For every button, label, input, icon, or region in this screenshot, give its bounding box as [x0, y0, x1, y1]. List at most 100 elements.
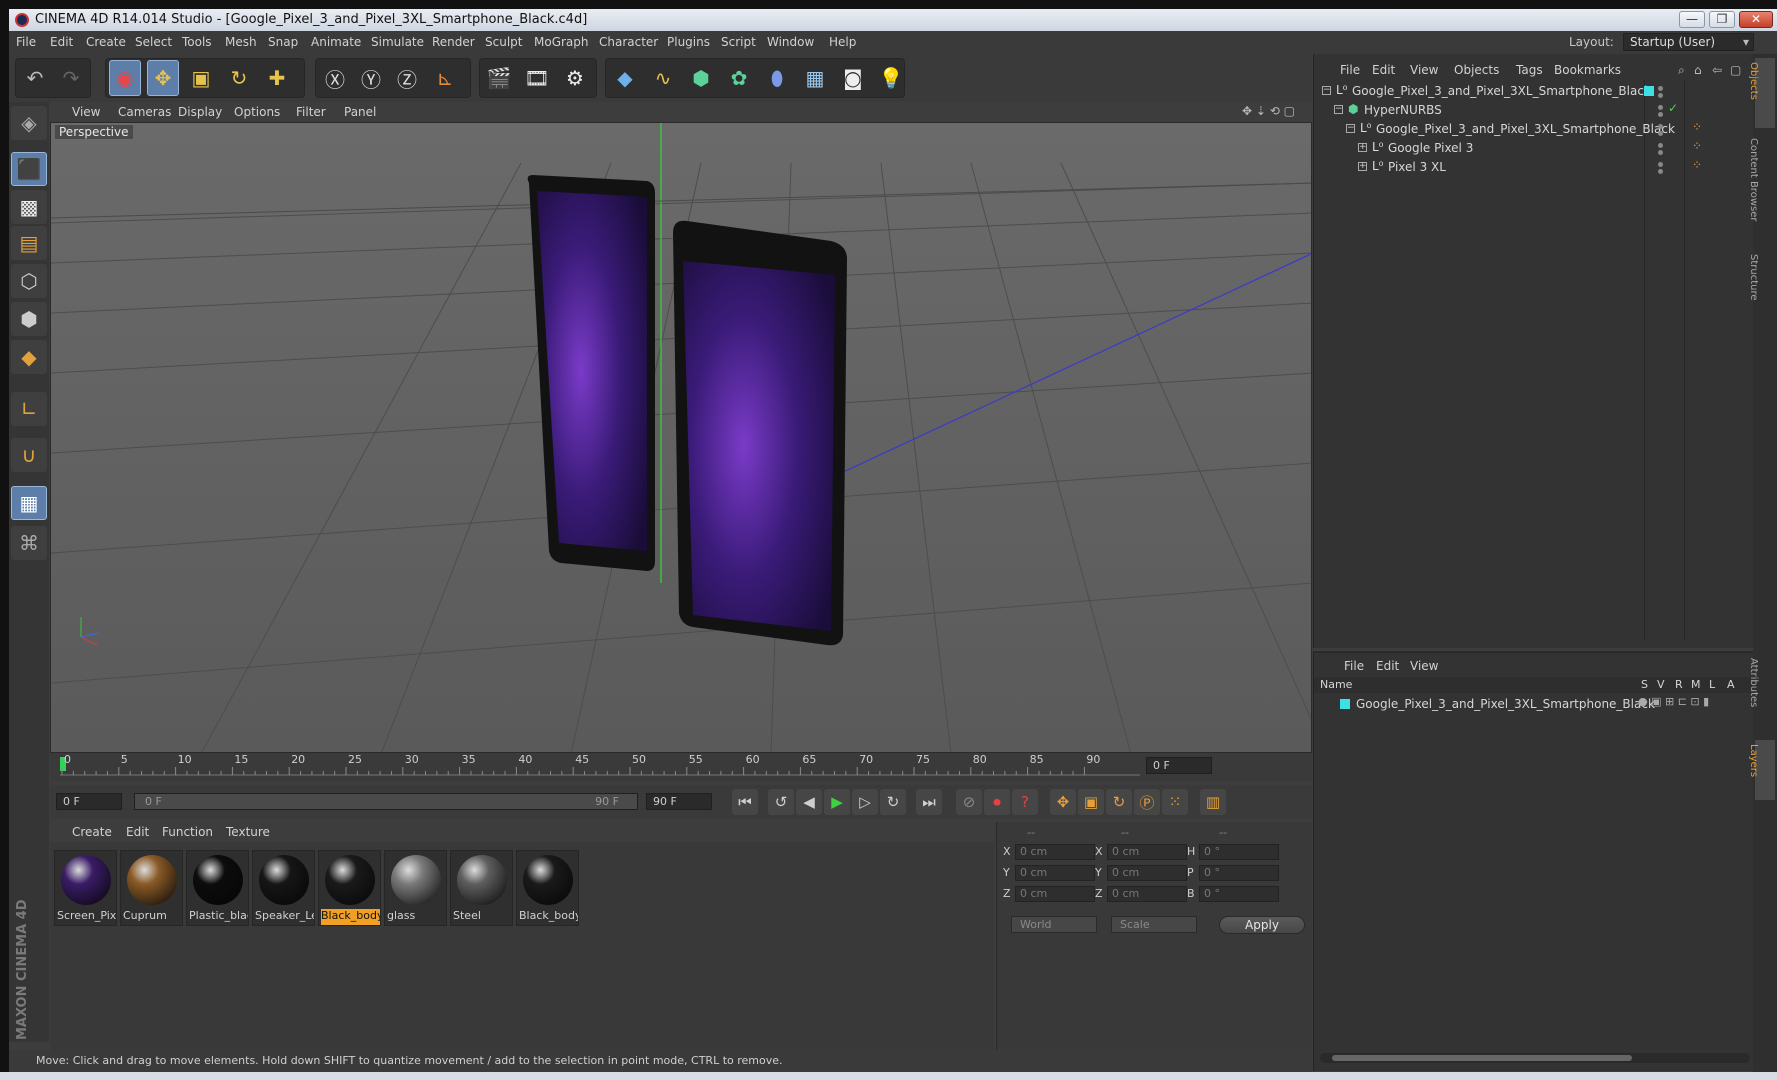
- object-tree-row[interactable]: − L⁰ Google_Pixel_3_and_Pixel_3XL_Smartpho…: [1314, 120, 1754, 139]
- objects-menu-file[interactable]: File: [1340, 63, 1360, 77]
- workplane-mode-icon[interactable]: ▤: [11, 226, 47, 260]
- expand-toggle-icon[interactable]: −: [1322, 86, 1331, 95]
- editor-visibility-dot[interactable]: [1658, 124, 1663, 129]
- material-menu-texture[interactable]: Texture: [226, 825, 270, 839]
- coordinate-value-field[interactable]: 0 cm: [1107, 886, 1187, 902]
- polygons-mode-icon[interactable]: ◆: [11, 340, 47, 374]
- workplane-lock-icon[interactable]: ▦: [11, 486, 47, 520]
- menu-tools[interactable]: Tools: [182, 35, 212, 49]
- record-keys-icon[interactable]: ⊘: [956, 789, 982, 815]
- texture-mode-icon[interactable]: ▩: [11, 190, 47, 224]
- object-name[interactable]: Pixel 3 XL: [1388, 160, 1446, 174]
- objects-menu-view[interactable]: View: [1410, 63, 1438, 77]
- tab-attributes[interactable]: Attributes: [1748, 654, 1775, 734]
- floor-icon[interactable]: ▦: [799, 60, 831, 96]
- material-swatch[interactable]: Plastic_blac: [186, 850, 249, 926]
- key-pla-icon[interactable]: ⁙: [1162, 789, 1188, 815]
- objects-menu-edit[interactable]: Edit: [1372, 63, 1395, 77]
- perspective-viewport[interactable]: Perspective: [50, 122, 1312, 753]
- object-tree-row[interactable]: − L⁰ Google_Pixel_3_and_Pixel_3XL_Smartpho…: [1314, 82, 1754, 101]
- layers-col-render[interactable]: R: [1675, 678, 1683, 691]
- start-frame-field[interactable]: 0 F: [56, 793, 122, 810]
- key-parameter-icon[interactable]: Ⓟ: [1134, 789, 1160, 815]
- layers-col-animation[interactable]: A: [1727, 678, 1735, 691]
- recent-tool-icon[interactable]: ✚: [261, 60, 293, 96]
- scrollbar-thumb[interactable]: [1332, 1055, 1632, 1061]
- viewport-menu-view[interactable]: View: [72, 105, 100, 119]
- menu-simulate[interactable]: Simulate: [371, 35, 424, 49]
- coordinate-space-dropdown[interactable]: World: [1011, 916, 1097, 933]
- coordinate-value-field[interactable]: 0 °: [1199, 886, 1279, 902]
- material-swatch[interactable]: Speaker_Le: [252, 850, 315, 926]
- timeline-ruler[interactable]: 0 5 10 15 20 25 30 35 40 45 50 55 60 65 70 75 80 85 90 0 F: [50, 753, 1312, 781]
- tab-structure[interactable]: Structure: [1748, 250, 1775, 320]
- layer-toggle-icons[interactable]: ● ▣ ⊞ ⊏ ⊡ ▮: [1638, 695, 1709, 708]
- tab-content-browser[interactable]: Content Browser: [1748, 134, 1775, 244]
- layers-col-locked[interactable]: L: [1709, 678, 1715, 691]
- cinema4d-app-icon[interactable]: [15, 13, 29, 27]
- previous-frame-icon[interactable]: ◀: [796, 789, 822, 815]
- layout-select[interactable]: Startup (User): [1623, 33, 1754, 51]
- end-frame-field[interactable]: 90 F: [646, 793, 712, 810]
- objects-menu-tags[interactable]: Tags: [1516, 63, 1543, 77]
- coordinate-value-field[interactable]: 0 cm: [1107, 865, 1187, 881]
- menu-character[interactable]: Character: [599, 35, 658, 49]
- material-tag-icon[interactable]: ⁘: [1692, 158, 1702, 172]
- layers-col-solo[interactable]: S: [1641, 678, 1648, 691]
- objects-menu-objects[interactable]: Objects: [1454, 63, 1499, 77]
- go-to-end-icon[interactable]: ⏭: [916, 789, 942, 815]
- new-view-icon[interactable]: ▢: [1730, 63, 1741, 77]
- objects-menu-bookmarks[interactable]: Bookmarks: [1554, 63, 1621, 77]
- material-tag-icon[interactable]: ⁘: [1692, 139, 1702, 153]
- render-settings-icon[interactable]: ⚙: [559, 60, 591, 96]
- menu-sculpt[interactable]: Sculpt: [485, 35, 522, 49]
- viewport-menu-panel[interactable]: Panel: [344, 105, 376, 119]
- editor-visibility-dot[interactable]: [1658, 143, 1663, 148]
- snap-magnet-icon[interactable]: ∪: [11, 438, 47, 472]
- menu-animate[interactable]: Animate: [311, 35, 361, 49]
- menu-snap[interactable]: Snap: [268, 35, 298, 49]
- render-visibility-dot[interactable]: [1658, 169, 1663, 174]
- coordinate-value-field[interactable]: 0 °: [1199, 844, 1279, 860]
- model-mode-icon[interactable]: ⬛: [11, 152, 47, 186]
- go-to-start-icon[interactable]: ⏮: [732, 789, 758, 815]
- cloner-icon[interactable]: ✿: [723, 60, 755, 96]
- material-swatch[interactable]: Black_body: [318, 850, 381, 926]
- key-rotation-icon[interactable]: ↻: [1106, 789, 1132, 815]
- rotate-tool-icon[interactable]: ↻: [223, 60, 255, 96]
- expand-toggle-icon[interactable]: −: [1334, 105, 1343, 114]
- deformer-icon[interactable]: ⬮: [761, 60, 793, 96]
- preview-range-slider[interactable]: 0 F 90 F: [134, 793, 638, 810]
- axis-mode-icon[interactable]: ∟: [11, 392, 47, 426]
- layers-col-manager[interactable]: M: [1691, 678, 1701, 691]
- back-icon[interactable]: ⇦: [1712, 63, 1722, 77]
- menu-select[interactable]: Select: [135, 35, 172, 49]
- layer-row[interactable]: Google_Pixel_3_and_Pixel_3XL_Smartphone_…: [1314, 695, 1754, 713]
- move-tool-icon[interactable]: ✥: [147, 60, 179, 96]
- render-visibility-dot[interactable]: [1658, 131, 1663, 136]
- enabled-check-icon[interactable]: ✓: [1668, 101, 1678, 115]
- expand-toggle-icon[interactable]: +: [1358, 143, 1367, 152]
- layer-color-swatch[interactable]: [1340, 699, 1350, 709]
- soft-selection-icon[interactable]: ⌘: [11, 526, 47, 560]
- search-icon[interactable]: ⌕: [1678, 63, 1685, 78]
- menu-script[interactable]: Script: [721, 35, 756, 49]
- render-view-icon[interactable]: 🎬: [483, 60, 515, 96]
- live-selection-icon[interactable]: ◉: [109, 60, 141, 96]
- apply-button[interactable]: Apply: [1219, 916, 1305, 934]
- keyframe-selection-icon[interactable]: ?: [1012, 789, 1038, 815]
- render-visibility-dot[interactable]: [1658, 150, 1663, 155]
- menu-edit[interactable]: Edit: [50, 35, 73, 49]
- object-name[interactable]: HyperNURBS: [1364, 103, 1442, 117]
- render-visibility-dot[interactable]: [1658, 112, 1663, 117]
- material-swatch[interactable]: Screen_Pixi: [54, 850, 117, 926]
- next-frame-icon[interactable]: ▷: [852, 789, 878, 815]
- tab-layers[interactable]: Layers: [1748, 740, 1775, 800]
- coordinate-value-field[interactable]: 0 cm: [1015, 865, 1095, 881]
- material-swatch[interactable]: Cuprum: [120, 850, 183, 926]
- object-name[interactable]: Google Pixel 3: [1388, 141, 1473, 155]
- light-icon[interactable]: 💡: [875, 60, 907, 96]
- layers-menu-edit[interactable]: Edit: [1376, 659, 1399, 673]
- menu-render[interactable]: Render: [432, 35, 475, 49]
- camera-icon[interactable]: ◙: [837, 60, 869, 96]
